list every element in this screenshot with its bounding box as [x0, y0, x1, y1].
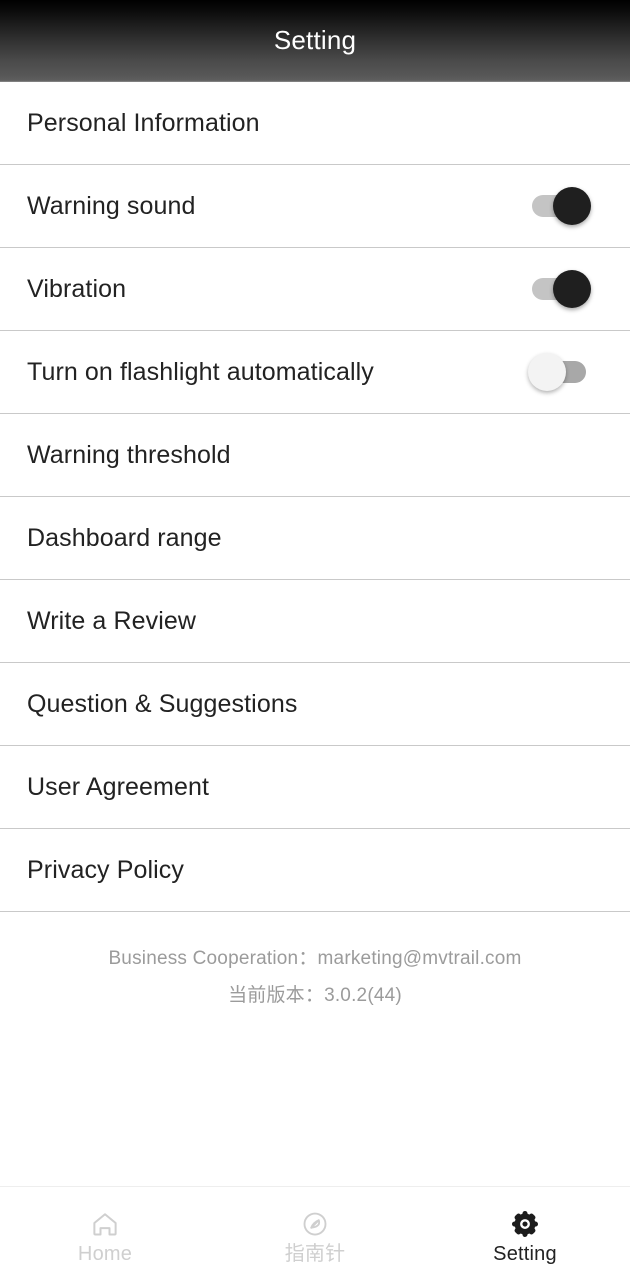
toggle-switch[interactable] — [532, 187, 591, 225]
settings-row[interactable]: Write a Review — [0, 580, 630, 663]
settings-row-label: Write a Review — [27, 607, 197, 635]
business-cooperation-text: Business Cooperation：marketing@mvtrail.c… — [108, 948, 522, 969]
nav-item-compass[interactable]: 指南针 — [210, 1187, 420, 1280]
settings-row[interactable]: Vibration — [0, 248, 630, 331]
nav-label-compass: 指南针 — [284, 1242, 346, 1265]
toggle-thumb — [553, 270, 591, 308]
nav-label-home: Home — [77, 1242, 133, 1265]
settings-row-label: Dashboard range — [27, 524, 222, 552]
nav-item-home[interactable]: Home — [0, 1187, 210, 1280]
settings-row-label: Question & Suggestions — [27, 690, 298, 718]
settings-row[interactable]: Question & Suggestions — [0, 663, 630, 746]
settings-row[interactable]: Turn on flashlight automatically — [0, 331, 630, 414]
settings-content: Personal Information Warning sound Vibrati… — [0, 82, 630, 1186]
home-icon — [90, 1207, 120, 1241]
settings-row[interactable]: User Agreement — [0, 746, 630, 829]
settings-row-label: Warning threshold — [27, 441, 231, 469]
toggle-thumb — [528, 353, 566, 391]
nav-label-setting: Setting — [493, 1242, 557, 1265]
settings-row-label: Vibration — [27, 275, 127, 303]
settings-row[interactable]: Privacy Policy — [0, 829, 630, 912]
settings-row[interactable]: Dashboard range — [0, 497, 630, 580]
settings-row-label: Privacy Policy — [27, 856, 184, 884]
settings-row[interactable]: Personal Information — [0, 82, 630, 165]
page-title: Setting — [273, 25, 357, 55]
settings-list: Personal Information Warning sound Vibrati… — [0, 82, 630, 912]
footer-info: Business Cooperation：marketing@mvtrail.c… — [0, 912, 630, 1014]
gear-icon — [510, 1207, 540, 1241]
toggle-thumb — [553, 187, 591, 225]
toggle-switch[interactable] — [528, 353, 586, 391]
settings-row-label: Turn on flashlight automatically — [27, 358, 374, 386]
settings-row-label: Warning sound — [27, 192, 196, 220]
nav-item-setting[interactable]: Setting — [420, 1187, 630, 1280]
app-version-text: 当前版本：3.0.2(44) — [228, 985, 402, 1007]
settings-row[interactable]: Warning sound — [0, 165, 630, 248]
setting-screen: Setting Personal Information Warning soun… — [0, 0, 630, 1280]
settings-row-label: Personal Information — [27, 109, 260, 137]
settings-row[interactable]: Warning threshold — [0, 414, 630, 497]
toggle-switch[interactable] — [532, 270, 591, 308]
settings-row-label: User Agreement — [27, 773, 210, 801]
bottom-navigation: Home 指南针 Setting — [0, 1186, 630, 1280]
compass-icon — [300, 1207, 330, 1241]
app-header: Setting — [0, 0, 630, 82]
